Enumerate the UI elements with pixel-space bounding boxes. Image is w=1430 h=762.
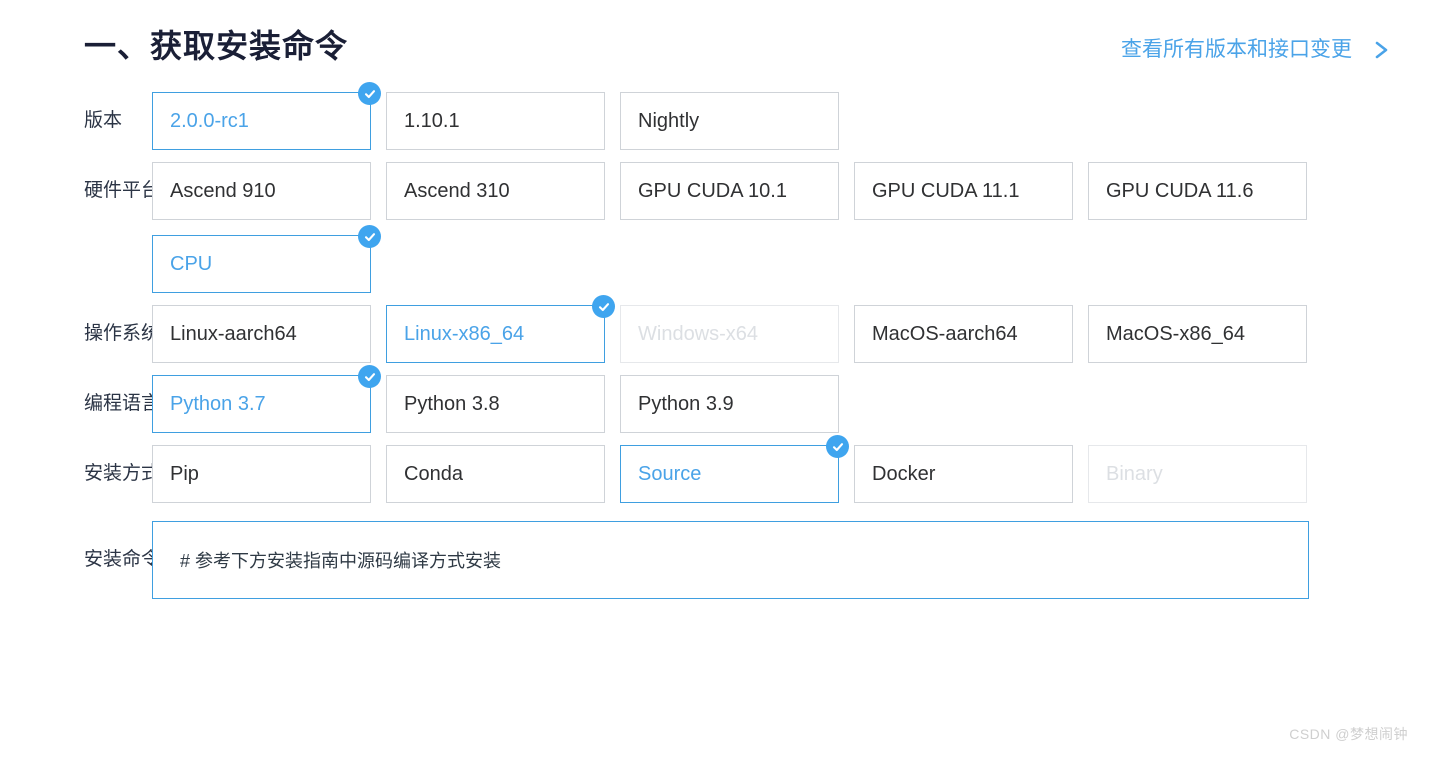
form-row-language: 编程语言 Python 3.7 Python 3.8 Python 3.9 bbox=[0, 365, 1430, 433]
option-label: GPU CUDA 11.1 bbox=[872, 179, 1020, 202]
row-label-command: 安装命令 bbox=[84, 549, 161, 570]
option-label: Windows-x64 bbox=[638, 322, 759, 345]
option-hardware-2[interactable]: GPU CUDA 10.1 bbox=[620, 162, 839, 220]
option-version-1[interactable]: 1.10.1 bbox=[386, 92, 605, 150]
option-label: Nightly bbox=[638, 109, 700, 132]
form-row-install_method: 安装方式 Pip Conda Source Docker Binary bbox=[0, 435, 1430, 503]
option-install_method-4: Binary bbox=[1088, 445, 1307, 503]
form-row-hardware: 硬件平台 Ascend 910 Ascend 310 GPU CUDA 10.1 GPU… bbox=[0, 162, 1430, 293]
row-label-language: 编程语言 bbox=[84, 393, 161, 414]
option-language-1[interactable]: Python 3.8 bbox=[386, 375, 605, 433]
option-install_method-2[interactable]: Source bbox=[620, 435, 849, 503]
page-title: 一、获取安装命令 bbox=[84, 28, 349, 64]
row-label-os: 操作系统 bbox=[84, 323, 161, 344]
option-version-0[interactable]: 2.0.0-rc1 bbox=[152, 82, 381, 150]
option-os-2: Windows-x64 bbox=[620, 305, 839, 363]
option-label: Linux-x86_64 bbox=[404, 322, 525, 345]
check-circle-icon bbox=[358, 225, 381, 248]
option-os-3[interactable]: MacOS-aarch64 bbox=[854, 305, 1073, 363]
form-row-os: 操作系统 Linux-aarch64 Linux-x86_64 Windows-x64… bbox=[0, 295, 1430, 363]
option-label: Conda bbox=[404, 462, 463, 485]
option-hardware-3[interactable]: GPU CUDA 11.1 bbox=[854, 162, 1073, 220]
option-label: Ascend 910 bbox=[170, 179, 276, 202]
watermark: CSDN @梦想闹钟 bbox=[1289, 726, 1408, 742]
install-command-text: # 参考下方安装指南中源码编译方式安装 bbox=[180, 551, 502, 571]
option-label: Python 3.9 bbox=[638, 392, 734, 415]
page-header: 一、获取安装命令 查看所有版本和接口变更 bbox=[0, 0, 1430, 92]
option-group-language: Python 3.7 Python 3.8 Python 3.9 bbox=[152, 365, 1330, 433]
option-label: Python 3.7 bbox=[170, 392, 266, 415]
check-circle-icon bbox=[358, 82, 381, 105]
option-os-4[interactable]: MacOS-x86_64 bbox=[1088, 305, 1307, 363]
option-label: Python 3.8 bbox=[404, 392, 500, 415]
option-install_method-1[interactable]: Conda bbox=[386, 445, 605, 503]
option-label: MacOS-x86_64 bbox=[1106, 322, 1245, 345]
option-label: Ascend 310 bbox=[404, 179, 510, 202]
install-selector-form: 版本 2.0.0-rc1 1.10.1 Nightly 硬件平台 Ascend 910 As… bbox=[0, 82, 1430, 611]
option-label: GPU CUDA 10.1 bbox=[638, 179, 787, 202]
option-label: 2.0.0-rc1 bbox=[170, 109, 249, 132]
row-label-install_method: 安装方式 bbox=[84, 463, 161, 484]
install-command-box[interactable]: # 参考下方安装指南中源码编译方式安装 bbox=[152, 521, 1309, 599]
row-label-version: 版本 bbox=[84, 110, 123, 131]
option-label: Pip bbox=[170, 462, 199, 485]
option-label: CPU bbox=[170, 252, 213, 275]
chevron-right-icon bbox=[1370, 39, 1392, 61]
option-label: MacOS-aarch64 bbox=[872, 322, 1018, 345]
option-group-hardware: Ascend 910 Ascend 310 GPU CUDA 10.1 GPU CUD… bbox=[152, 162, 1330, 293]
option-label: Source bbox=[638, 462, 702, 485]
check-circle-icon bbox=[826, 435, 849, 458]
option-group-install_method: Pip Conda Source Docker Binary bbox=[152, 435, 1330, 503]
form-row-command: 安装命令 # 参考下方安装指南中源码编译方式安装 bbox=[0, 521, 1430, 599]
row-label-hardware: 硬件平台 bbox=[84, 180, 161, 201]
option-hardware-4[interactable]: GPU CUDA 11.6 bbox=[1088, 162, 1307, 220]
option-hardware-1[interactable]: Ascend 310 bbox=[386, 162, 605, 220]
option-os-1[interactable]: Linux-x86_64 bbox=[386, 295, 615, 363]
check-circle-icon bbox=[358, 365, 381, 388]
option-label: Docker bbox=[872, 462, 936, 485]
option-os-0[interactable]: Linux-aarch64 bbox=[152, 305, 371, 363]
all-versions-link-label: 查看所有版本和接口变更 bbox=[1121, 38, 1352, 61]
option-group-version: 2.0.0-rc1 1.10.1 Nightly bbox=[152, 82, 1330, 150]
option-language-0[interactable]: Python 3.7 bbox=[152, 365, 381, 433]
option-label: 1.10.1 bbox=[404, 109, 460, 132]
option-install_method-0[interactable]: Pip bbox=[152, 445, 371, 503]
option-label: Binary bbox=[1106, 462, 1163, 485]
option-version-2[interactable]: Nightly bbox=[620, 92, 839, 150]
option-language-2[interactable]: Python 3.9 bbox=[620, 375, 839, 433]
option-hardware-0[interactable]: Ascend 910 bbox=[152, 162, 371, 220]
check-circle-icon bbox=[592, 295, 615, 318]
option-label: GPU CUDA 11.6 bbox=[1106, 179, 1254, 202]
option-group-os: Linux-aarch64 Linux-x86_64 Windows-x64 MacO… bbox=[152, 295, 1330, 363]
all-versions-link[interactable]: 查看所有版本和接口变更 bbox=[1121, 36, 1392, 64]
option-install_method-3[interactable]: Docker bbox=[854, 445, 1073, 503]
option-label: Linux-aarch64 bbox=[170, 322, 297, 345]
form-row-version: 版本 2.0.0-rc1 1.10.1 Nightly bbox=[0, 82, 1430, 150]
option-hardware-5[interactable]: CPU bbox=[152, 225, 381, 293]
